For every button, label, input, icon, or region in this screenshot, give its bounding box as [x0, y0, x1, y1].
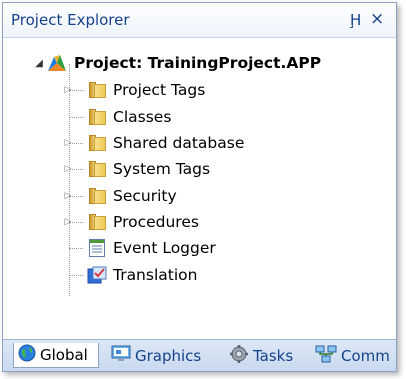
expand-triangle-icon[interactable]: ▷ — [63, 191, 73, 201]
comm-icon — [315, 344, 337, 368]
panel-title-bar: Project Explorer Ḩ × — [3, 3, 396, 38]
tree-item-system-tags[interactable]: ▷ System Tags — [63, 157, 211, 181]
expand-triangle-icon[interactable]: ▷ — [63, 217, 73, 227]
tab-tasks[interactable]: Tasks — [225, 343, 305, 368]
translation-icon — [87, 266, 107, 284]
collapse-triangle-icon[interactable]: ◢ — [33, 58, 45, 69]
event-logger-icon — [87, 239, 107, 257]
project-explorer-panel: Project Explorer Ḩ × ◢ Project: Training… — [2, 2, 397, 372]
tab-comm[interactable]: Comm — [311, 343, 391, 368]
tab-label: Graphics — [135, 346, 202, 365]
folder-icon — [87, 214, 107, 230]
tree-item-label: Classes — [113, 108, 172, 126]
tree-item-shared-database[interactable]: ▷ Shared database — [63, 131, 245, 155]
globe-icon — [18, 344, 36, 366]
bottom-tab-bar: Global Graphics Tasks Comm — [3, 339, 396, 371]
tree-item-event-logger[interactable]: Event Logger — [63, 236, 216, 260]
tree-item-label: System Tags — [113, 160, 211, 178]
tab-global[interactable]: Global — [13, 343, 99, 368]
tree-item-procedures[interactable]: ▷ Procedures — [63, 210, 199, 234]
folder-icon — [87, 109, 107, 125]
graphics-icon — [111, 345, 131, 367]
tree-item-security[interactable]: ▷ Security — [63, 184, 177, 208]
expand-triangle-icon[interactable]: ▷ — [63, 138, 73, 148]
project-icon — [45, 53, 69, 73]
pin-icon[interactable]: Ḩ — [350, 11, 361, 29]
tab-graphics[interactable]: Graphics — [107, 343, 217, 368]
tree-item-label: Shared database — [113, 134, 245, 152]
panel-title: Project Explorer — [11, 11, 130, 29]
tree-item-label: Procedures — [113, 213, 199, 231]
tab-label: Comm — [341, 346, 390, 365]
tasks-icon — [229, 344, 249, 368]
folder-icon — [87, 161, 107, 177]
folder-icon — [87, 135, 107, 151]
expand-triangle-icon[interactable]: ▷ — [63, 164, 73, 174]
tree-item-label: Security — [113, 187, 177, 205]
folder-icon — [87, 188, 107, 204]
tree-item-label: Translation — [113, 266, 198, 284]
tree-item-label: Event Logger — [113, 239, 216, 257]
folder-icon — [87, 82, 107, 98]
tab-label: Global — [40, 346, 88, 364]
close-icon[interactable]: × — [370, 9, 384, 29]
tree-root-label: Project: TrainingProject.APP — [74, 54, 322, 72]
tree-item-label: Project Tags — [113, 81, 206, 99]
expand-triangle-icon[interactable]: ▷ — [63, 85, 73, 95]
tree-item-translation[interactable]: Translation — [63, 263, 197, 287]
tree-item-classes[interactable]: Classes — [63, 105, 171, 129]
tree-root[interactable]: ◢ Project: TrainingProject.APP — [33, 51, 321, 75]
tab-label: Tasks — [253, 346, 294, 365]
tree-item-project-tags[interactable]: ▷ Project Tags — [63, 78, 206, 102]
